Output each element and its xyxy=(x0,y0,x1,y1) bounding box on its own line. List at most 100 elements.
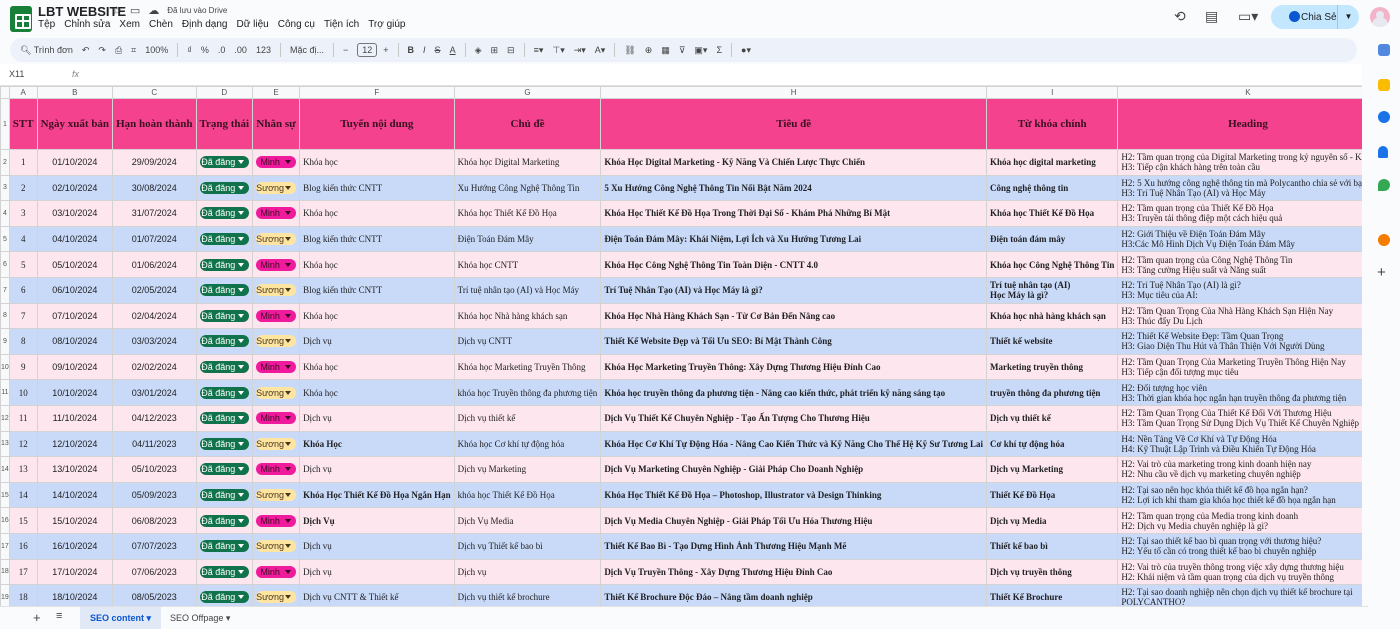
italic-icon[interactable]: I xyxy=(423,45,426,55)
cell-content-route[interactable]: Dịch vụ xyxy=(299,532,455,560)
row-number[interactable]: 15 xyxy=(0,481,10,509)
staff-dropdown[interactable]: Sương xyxy=(256,386,297,399)
status-dropdown[interactable]: Đã đăng xyxy=(199,540,250,553)
cell-stt[interactable]: 15 xyxy=(8,507,38,534)
cell-keyword[interactable]: Khóa học nhà hàng khách sạn xyxy=(986,302,1119,330)
cell-heading[interactable]: H2: Thiết Kế Website Đẹp: Tầm Quan Trọng… xyxy=(1117,328,1362,355)
staff-dropdown[interactable]: Minh xyxy=(256,412,297,425)
status-dropdown[interactable]: Đã đăng xyxy=(199,514,250,527)
cell-status[interactable]: Đã đăng xyxy=(195,481,254,509)
staff-dropdown[interactable]: Sương xyxy=(256,335,297,348)
cell-keyword[interactable]: Dịch vụ thiết kế xyxy=(986,404,1119,432)
row-number[interactable]: 6 xyxy=(0,251,10,278)
increase-decimal-button[interactable]: .00 xyxy=(234,45,247,55)
cell-topic[interactable]: Dịch Vụ Media xyxy=(453,507,602,534)
cell-keyword[interactable]: Dịch vụ Marketing xyxy=(986,456,1119,483)
menu-item[interactable]: Xem xyxy=(119,19,140,30)
staff-dropdown[interactable]: Sương xyxy=(256,489,297,502)
input-tools-icon[interactable]: ●▾ xyxy=(741,45,751,56)
cell-topic[interactable]: Khóa học Thiết Kế Đồ Họa xyxy=(453,200,602,227)
row-number[interactable]: 1 xyxy=(0,98,10,150)
cell-stt[interactable]: 3 xyxy=(8,200,38,227)
status-dropdown[interactable]: Đã đăng xyxy=(199,156,250,169)
header-cell[interactable]: Tiêu đề xyxy=(600,98,988,150)
cell-publish-date[interactable]: 05/10/2024 xyxy=(36,251,114,278)
staff-dropdown[interactable]: Sương xyxy=(256,591,297,604)
tasks-icon[interactable] xyxy=(1378,111,1390,123)
cell-content-route[interactable]: Dịch vụ xyxy=(299,558,455,586)
cell-heading[interactable]: H2: Đối tượng học viên H3: Thời gian khóa… xyxy=(1117,379,1362,406)
cell-status[interactable]: Đã đăng xyxy=(195,532,254,560)
cell-stt[interactable]: 11 xyxy=(8,404,38,432)
cell-content-route[interactable]: Blog kiến thức CNTT xyxy=(299,174,455,202)
status-dropdown[interactable]: Đã đăng xyxy=(199,181,250,194)
tab-seo-content[interactable]: SEO content ▾ xyxy=(80,607,162,629)
cell-publish-date[interactable]: 04/10/2024 xyxy=(36,225,114,253)
cell-stt[interactable]: 1 xyxy=(8,149,38,176)
staff-dropdown[interactable]: Sương xyxy=(256,437,297,450)
cell-staff[interactable]: Sương xyxy=(252,430,301,458)
undo-icon[interactable]: ↶ xyxy=(82,45,90,56)
cell-heading[interactable]: H2: Tầm quan trọng của Thiết Kế Đồ Họa H3… xyxy=(1117,200,1362,227)
cell-heading[interactable]: H2: Trí Tuệ Nhân Tạo (AI) là gì? H3: Mục … xyxy=(1117,276,1362,304)
cell-keyword[interactable]: Khóa học Thiết Kế Đồ Họa xyxy=(986,200,1119,227)
menu-item[interactable]: Tệp xyxy=(38,19,55,30)
text-wrap-icon[interactable]: ⇥▾ xyxy=(574,45,586,56)
header-cell[interactable]: Hạn hoàn thành xyxy=(112,98,197,150)
cell-staff[interactable]: Sương xyxy=(252,174,301,202)
cell-publish-date[interactable]: 08/10/2024 xyxy=(36,328,114,355)
move-folder-icon[interactable]: ▭ xyxy=(130,4,140,17)
cell-keyword[interactable]: Thiết Kế Đồ Họa xyxy=(986,481,1119,509)
menu-item[interactable]: Trợ giúp xyxy=(368,19,405,30)
cell-status[interactable]: Đã đăng xyxy=(195,379,254,406)
cell-title[interactable]: Thiết Kế Website Đẹp và Tối Ưu SEO: Bí M… xyxy=(600,328,988,355)
column-header[interactable]: A xyxy=(8,86,38,99)
cell-due-date[interactable]: 02/04/2024 xyxy=(112,302,197,330)
cell-topic[interactable]: Dịch vụ Thiết kế bao bì xyxy=(453,532,602,560)
menu-item[interactable]: Chèn xyxy=(149,19,173,30)
cell-content-route[interactable]: Khóa Học Thiết Kế Đồ Họa Ngắn Hạn xyxy=(299,481,455,509)
status-dropdown[interactable]: Đã đăng xyxy=(199,437,250,450)
spreadsheet-grid[interactable]: A B C D E F G H I K 1 STT Ngày xuất bản Hạn hoàn thàn… xyxy=(0,86,1362,606)
staff-dropdown[interactable]: Minh xyxy=(256,361,297,374)
cell-due-date[interactable]: 05/09/2023 xyxy=(112,481,197,509)
cell-staff[interactable]: Minh xyxy=(252,507,301,534)
currency-format-button[interactable]: ₫ xyxy=(187,45,192,55)
cell-title[interactable]: Dịch Vụ Marketing Chuyên Nghiệp - Giải P… xyxy=(600,456,988,483)
cell-title[interactable]: Khóa Học Marketing Truyền Thông: Xây Dựn… xyxy=(600,353,988,381)
addon-icon[interactable] xyxy=(1378,234,1390,246)
cell-heading[interactable]: H2: Tầm Quan Trọng Của Thiết Kế Đối Với … xyxy=(1117,404,1362,432)
cell-content-route[interactable]: Khóa Học xyxy=(299,430,455,458)
cell-status[interactable]: Đã đăng xyxy=(195,507,254,534)
merge-cells-icon[interactable]: ⊟ xyxy=(507,45,515,56)
header-cell[interactable]: Chủ đề xyxy=(453,98,602,150)
cell-content-route[interactable]: Blog kiến thức CNTT xyxy=(299,225,455,253)
row-number[interactable]: 4 xyxy=(0,200,10,227)
column-header[interactable]: E xyxy=(252,86,301,99)
cell-due-date[interactable]: 29/09/2024 xyxy=(112,149,197,176)
cell-staff[interactable]: Minh xyxy=(252,251,301,278)
staff-dropdown[interactable]: Minh xyxy=(256,258,297,271)
cell-heading[interactable]: H2: Vai trò của marketing trong kinh doa… xyxy=(1117,456,1362,483)
cell-publish-date[interactable]: 17/10/2024 xyxy=(36,558,114,586)
column-header[interactable]: I xyxy=(986,86,1119,99)
maps-icon[interactable] xyxy=(1378,179,1390,191)
row-number[interactable]: 7 xyxy=(0,276,10,304)
row-number[interactable]: 16 xyxy=(0,507,10,534)
column-header[interactable]: D xyxy=(195,86,254,99)
font-size-increase-icon[interactable]: + xyxy=(383,45,388,55)
cell-staff[interactable]: Sương xyxy=(252,584,301,606)
cell-content-route[interactable]: Khóa học xyxy=(299,149,455,176)
cell-keyword[interactable]: Dịch vụ truyền thông xyxy=(986,558,1119,586)
cell-stt[interactable]: 2 xyxy=(8,174,38,202)
cell-publish-date[interactable]: 10/10/2024 xyxy=(36,379,114,406)
header-cell[interactable]: Trạng thái xyxy=(195,98,254,150)
cell-stt[interactable]: 8 xyxy=(8,328,38,355)
cell-due-date[interactable]: 01/07/2024 xyxy=(112,225,197,253)
cell-status[interactable]: Đã đăng xyxy=(195,404,254,432)
cell-topic[interactable]: Trí tuệ nhân tạo (AI) và Học Máy xyxy=(453,276,602,304)
filter-views-icon[interactable]: ▣▾ xyxy=(694,45,707,56)
row-number[interactable]: 12 xyxy=(0,404,10,432)
select-all-corner[interactable] xyxy=(0,86,10,99)
sheets-logo-icon[interactable] xyxy=(10,6,32,32)
